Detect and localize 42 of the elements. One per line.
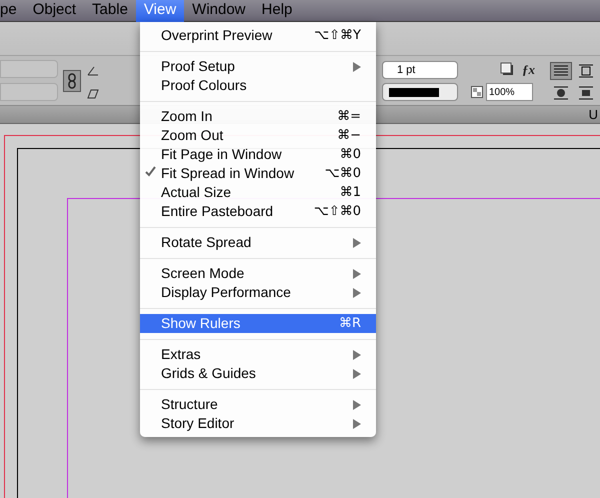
menu-bar-item[interactable]: Object <box>24 0 84 22</box>
submenu-arrow-icon <box>353 62 361 72</box>
menu-item[interactable]: Fit Page in Window ⌘0 <box>140 145 376 164</box>
menu-item[interactable]: Actual Size ⌘1 <box>140 183 376 202</box>
text-wrap-icon[interactable] <box>578 63 594 79</box>
menu-item[interactable]: Entire Pasteboard ⌥⇧⌘0 <box>140 202 376 221</box>
menu-item[interactable]: Extras <box>140 345 376 364</box>
menu-bar-item[interactable]: Table <box>84 0 136 22</box>
document-tab[interactable]: U <box>588 104 598 124</box>
menu-item[interactable]: Zoom Out ⌘− <box>140 126 376 145</box>
spinner-field[interactable] <box>0 83 58 101</box>
menu-item[interactable]: Grids & Guides <box>140 364 376 383</box>
menu-item[interactable]: Fit Spread in Window ⌥⌘0 <box>140 164 376 183</box>
angle-icon <box>87 66 99 76</box>
menu-bar-item[interactable]: Window <box>184 0 254 22</box>
drop-shadow-icon[interactable] <box>500 62 514 76</box>
menu-item[interactable]: Display Performance <box>140 283 376 302</box>
stroke-weight-field[interactable]: 1 pt <box>382 61 458 79</box>
menu-item[interactable]: Show Rulers ⌘R <box>140 314 376 333</box>
menu-bar-item[interactable]: pe <box>0 0 25 22</box>
submenu-arrow-icon <box>353 238 361 248</box>
menu-item[interactable]: Proof Colours <box>140 76 376 95</box>
checkerboard-icon <box>471 86 483 98</box>
text-wrap-icon[interactable] <box>553 85 569 101</box>
menu-item[interactable]: Story Editor <box>140 414 376 433</box>
menu-item[interactable]: Zoom In ⌘= <box>140 107 376 126</box>
menu-item[interactable]: Overprint Preview ⌥⇧⌘Y <box>140 26 376 45</box>
spinner-field[interactable] <box>0 60 58 78</box>
menu-item[interactable]: Screen Mode <box>140 264 376 283</box>
text-wrap-icon[interactable] <box>550 62 572 80</box>
menu-item[interactable]: Structure <box>140 395 376 414</box>
menu-item[interactable]: Rotate Spread <box>140 233 376 252</box>
shear-icon <box>87 89 99 99</box>
stroke-type-dropdown[interactable] <box>382 83 458 101</box>
chain-link-icon[interactable] <box>63 70 81 92</box>
opacity-field[interactable]: 100% <box>486 83 533 101</box>
text-wrap-icon[interactable] <box>578 85 594 101</box>
menu-bar-item[interactable]: View <box>136 0 184 22</box>
checkmark-icon <box>145 166 156 177</box>
menu-bar-item[interactable]: Help <box>254 0 300 22</box>
menu-item[interactable]: Proof Setup <box>140 57 376 76</box>
fx-icon[interactable]: ƒx <box>522 60 535 80</box>
